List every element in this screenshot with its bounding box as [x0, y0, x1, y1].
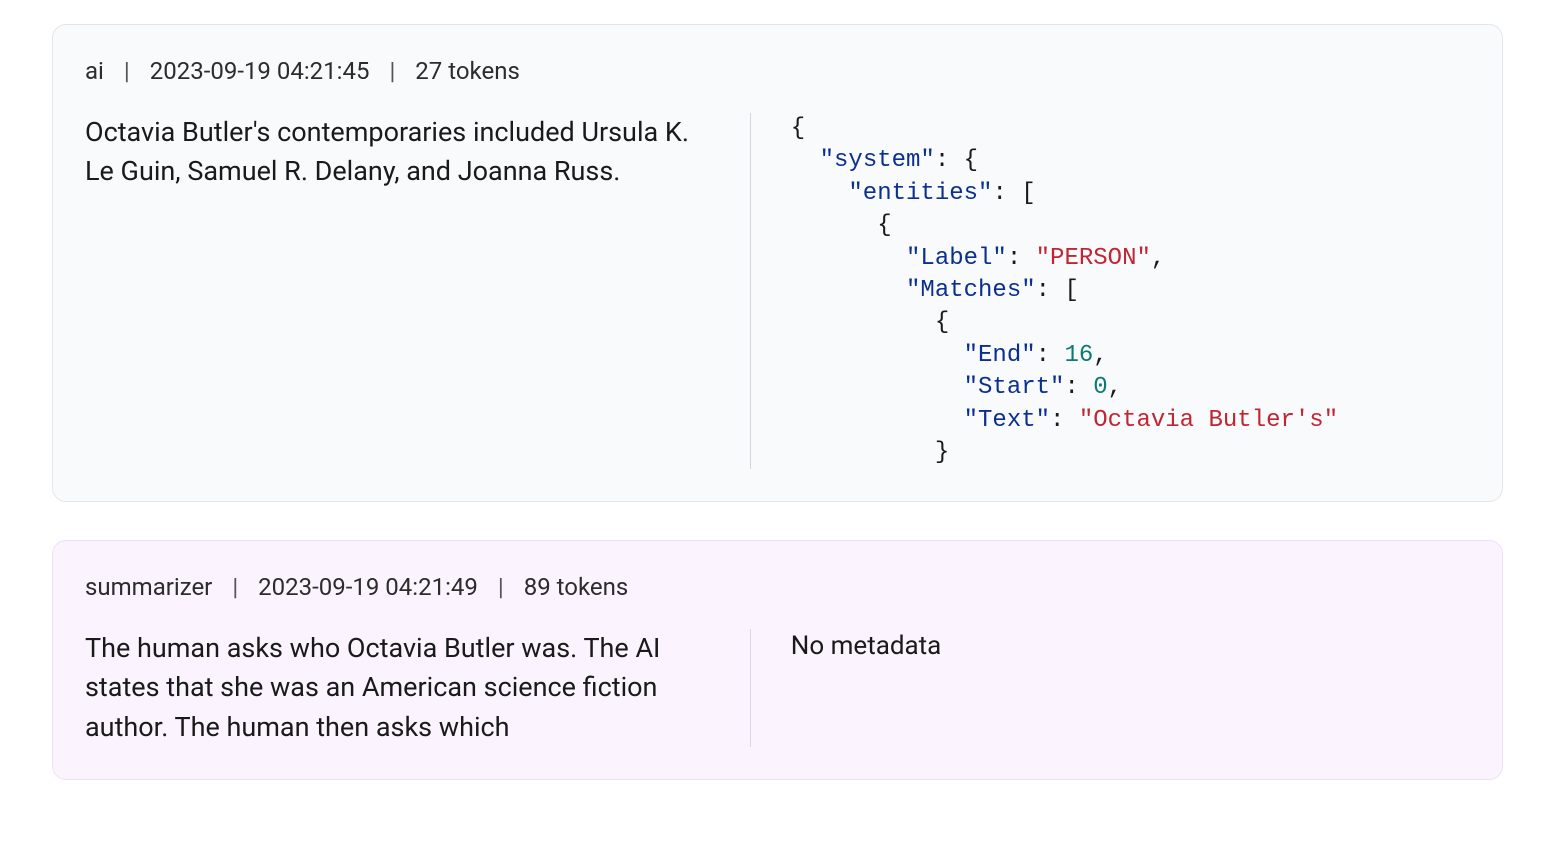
separator: |: [124, 57, 130, 85]
role-label: ai: [85, 57, 104, 85]
card-header: summarizer | 2023-09-19 04:21:49 | 89 to…: [85, 573, 1470, 601]
message-content: The human asks who Octavia Butler was. T…: [85, 629, 750, 746]
separator: |: [498, 573, 504, 601]
metadata-text: No metadata: [750, 629, 1470, 746]
token-count: 27 tokens: [415, 57, 520, 85]
message-card-ai: ai | 2023-09-19 04:21:45 | 27 tokens Oct…: [52, 24, 1503, 502]
json-line: "End": 16,: [791, 340, 1470, 372]
role-label: summarizer: [85, 573, 212, 601]
json-line: "entities": [: [791, 178, 1470, 210]
json-line: "Start": 0,: [791, 372, 1470, 404]
card-header: ai | 2023-09-19 04:21:45 | 27 tokens: [85, 57, 1470, 85]
card-body: Octavia Butler's contemporaries included…: [85, 113, 1470, 469]
token-count: 89 tokens: [524, 573, 629, 601]
json-line: {: [791, 113, 1470, 145]
separator: |: [232, 573, 238, 601]
separator: |: [389, 57, 395, 85]
json-line: {: [791, 210, 1470, 242]
message-card-summarizer: summarizer | 2023-09-19 04:21:49 | 89 to…: [52, 540, 1503, 779]
json-line: "system": {: [791, 145, 1470, 177]
metadata-json: { "system": { "entities": [ { "Label": "…: [750, 113, 1470, 469]
json-line: "Label": "PERSON",: [791, 243, 1470, 275]
timestamp: 2023-09-19 04:21:49: [258, 573, 478, 601]
json-line: "Text": "Octavia Butler's": [791, 405, 1470, 437]
json-line: "Matches": [: [791, 275, 1470, 307]
card-body: The human asks who Octavia Butler was. T…: [85, 629, 1470, 746]
json-line: }: [791, 437, 1470, 469]
timestamp: 2023-09-19 04:21:45: [150, 57, 370, 85]
json-line: {: [791, 307, 1470, 339]
message-content: Octavia Butler's contemporaries included…: [85, 113, 750, 469]
